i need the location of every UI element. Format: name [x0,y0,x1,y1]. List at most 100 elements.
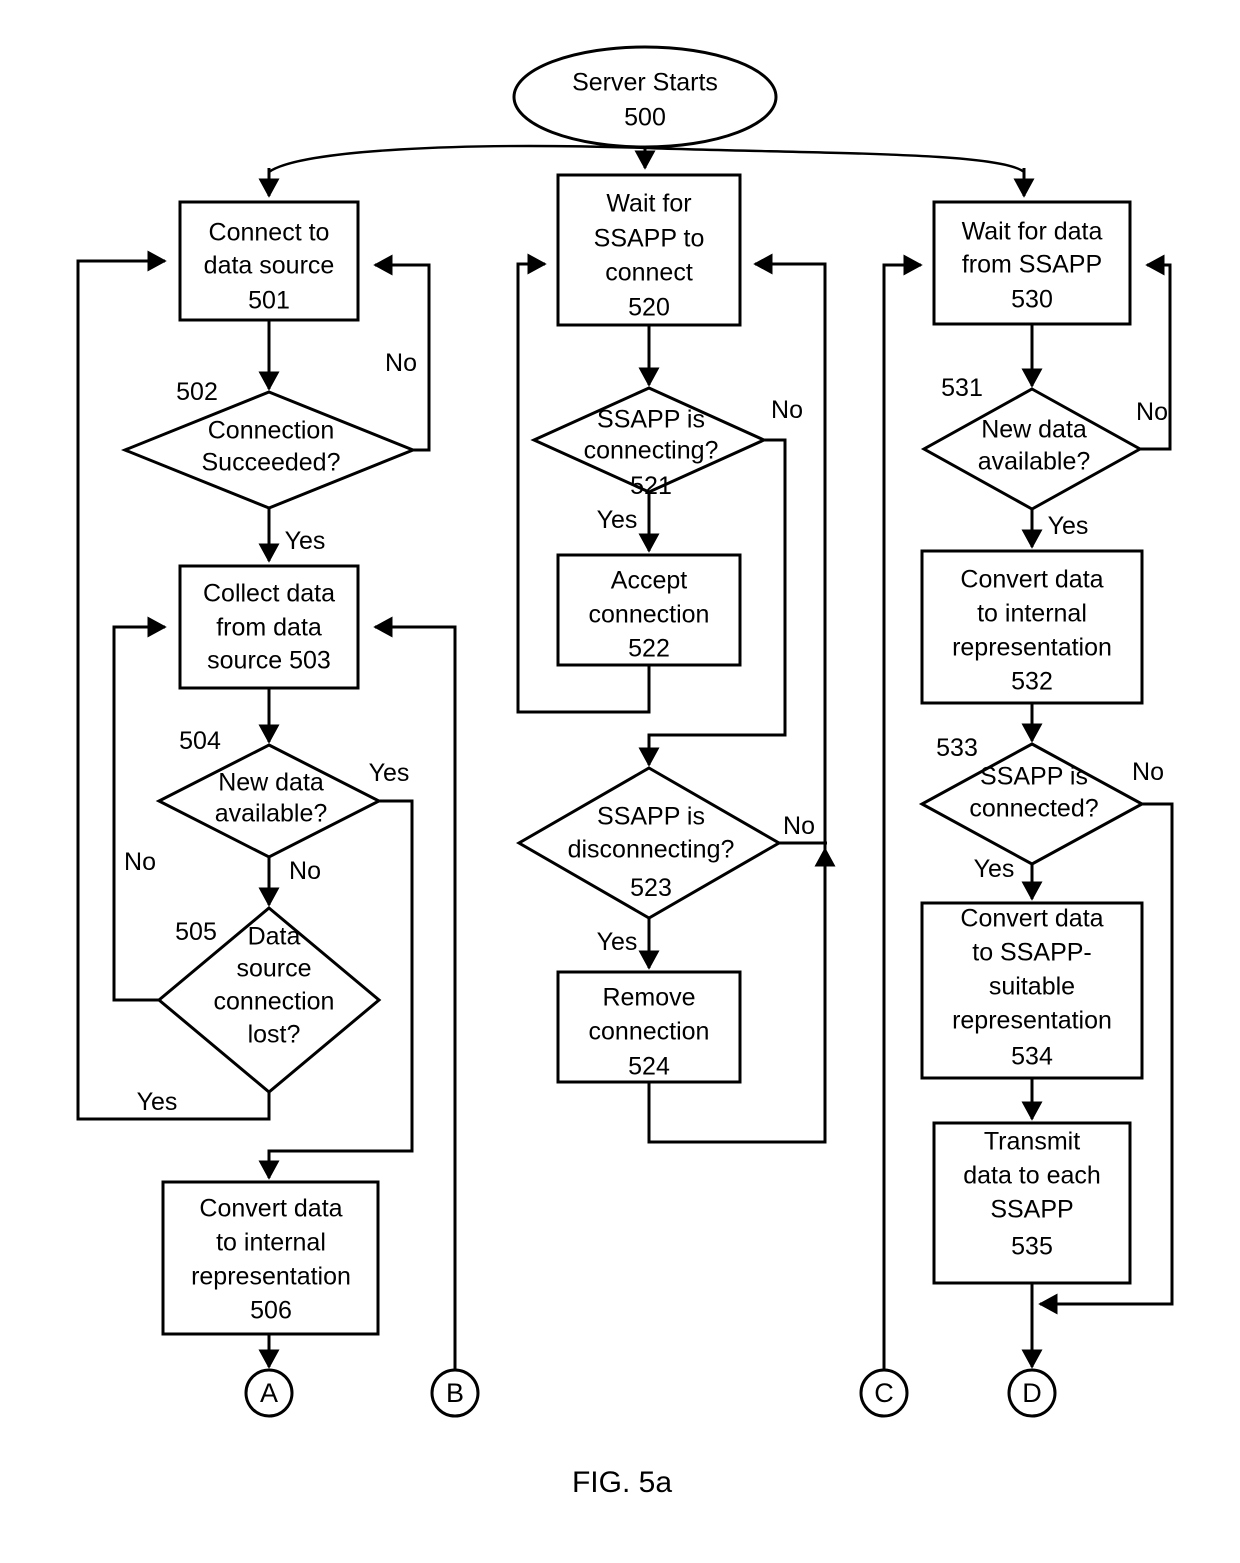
node-532-line2: to internal [977,600,1087,628]
node-506-line3: representation [191,1263,351,1291]
node-505-line4: lost? [248,1021,301,1049]
node-502-ref: 502 [176,378,218,406]
figure-caption: FIG. 5a [572,1466,672,1499]
node-504-ref: 504 [179,727,221,755]
label-505-no: No [124,848,156,876]
node-505-ref: 505 [175,918,217,946]
node-522-ref: 522 [628,635,670,663]
label-505-yes: Yes [137,1088,178,1116]
node-533-ref: 533 [936,734,978,762]
node-532-line3: representation [952,634,1112,662]
node-521-ref: 521 [630,472,672,500]
node-523-line2: disconnecting? [568,836,735,864]
node-521: SSAPP is connecting? 521 [530,386,768,500]
label-523-no: No [783,812,815,840]
node-522: Accept connection 522 [556,553,742,667]
node-530-line2: from SSAPP [962,251,1102,279]
node-504-line1: New data [218,769,324,797]
node-534-line2: to SSAPP- [972,939,1092,967]
label-521-no: No [771,396,803,424]
label-502-yes: Yes [285,527,326,555]
node-523-line1: SSAPP is [597,803,705,831]
label-504-no: No [289,857,321,885]
node-524: Remove connection 524 [556,970,742,1084]
node-505-line1: Data [248,923,301,951]
node-503-line3: source 503 [207,647,331,675]
node-501-line1: Connect to [209,219,330,247]
connector-C-letter: C [874,1378,894,1408]
start-label: Server Starts [572,69,718,97]
node-531-line2: available? [978,448,1091,476]
node-520-line2: SSAPP to [594,225,705,253]
node-530: Wait for data from SSAPP 530 [932,200,1132,326]
node-506: Convert data to internal representation … [161,1180,380,1336]
node-524-line2: connection [589,1018,710,1046]
label-531-no: No [1136,398,1168,426]
node-535-ref: 535 [1011,1233,1053,1261]
node-531-ref: 531 [941,374,983,402]
node-504: New data available? 504 [155,727,383,859]
figure-page: Server Starts 500 Connect to data source… [0,0,1240,1563]
node-533: SSAPP is connected? 533 [918,734,1146,866]
node-532-ref: 532 [1011,668,1053,696]
connector-D-letter: D [1022,1378,1042,1408]
start-ref: 500 [624,104,666,132]
node-501-line2: data source [204,252,335,280]
connector-D: D [1007,1368,1057,1418]
node-531-line1: New data [981,416,1087,444]
node-521-line2: connecting? [584,437,719,465]
node-506-line2: to internal [216,1229,326,1257]
node-501: Connect to data source 501 [178,200,360,322]
node-534-line3: suitable [989,973,1075,1001]
start-oval [512,45,778,149]
node-532: Convert data to internal representation … [920,549,1144,705]
label-521-yes: Yes [597,506,638,534]
edge-B-rail-to-503 [373,616,457,1370]
edge-C-rail-to-530 [882,254,923,1370]
node-535-line2: data to each [963,1162,1101,1190]
node-533-line1: SSAPP is [980,763,1088,791]
node-530-ref: 530 [1011,286,1053,314]
node-502-line2: Succeeded? [201,449,340,477]
connector-A: A [244,1368,294,1418]
node-502-line1: Connection [208,417,334,445]
label-523-yes: Yes [597,928,638,956]
node-506-line1: Convert data [199,1195,342,1223]
node-520-ref: 520 [628,294,670,322]
node-535: Transmit data to each SSAPP 535 [932,1121,1132,1285]
node-521-line1: SSAPP is [597,406,705,434]
node-505-line2: source [236,955,311,983]
node-535-line3: SSAPP [990,1196,1073,1224]
connector-B-letter: B [446,1378,464,1408]
node-520-line1: Wait for [606,190,691,218]
node-503-line1: Collect data [203,580,335,608]
node-522-line2: connection [589,601,710,629]
node-534-line1: Convert data [960,905,1103,933]
node-532-line1: Convert data [960,566,1103,594]
connector-A-letter: A [260,1378,278,1408]
node-523-ref: 523 [630,874,672,902]
node-535-line1: Transmit [984,1128,1080,1156]
connector-C: C [859,1368,909,1418]
node-502: Connection Succeeded? 502 [120,378,418,510]
label-531-yes: Yes [1048,512,1089,540]
label-533-yes: Yes [974,855,1015,883]
node-504-line2: available? [215,800,328,828]
node-520-line3: connect [605,259,693,287]
node-524-ref: 524 [628,1053,670,1081]
node-503-line2: from data [216,614,322,642]
node-522-line1: Accept [611,567,687,595]
node-530-line1: Wait for data [962,218,1103,246]
node-531: New data available? 531 [920,374,1144,511]
flowchart-diagram: Server Starts 500 Connect to data source… [76,45,1174,1499]
start-node: Server Starts 500 [512,45,778,149]
node-524-line1: Remove [602,984,695,1012]
node-505-line3: connection [214,988,335,1016]
node-534-line4: representation [952,1007,1112,1035]
node-503: Collect data from data source 503 [178,564,360,690]
node-506-ref: 506 [250,1297,292,1325]
node-501-ref: 501 [248,287,290,315]
connector-B: B [430,1368,480,1418]
node-534: Convert data to SSAPP- suitable represen… [920,901,1144,1080]
node-520: Wait for SSAPP to connect 520 [556,173,742,327]
